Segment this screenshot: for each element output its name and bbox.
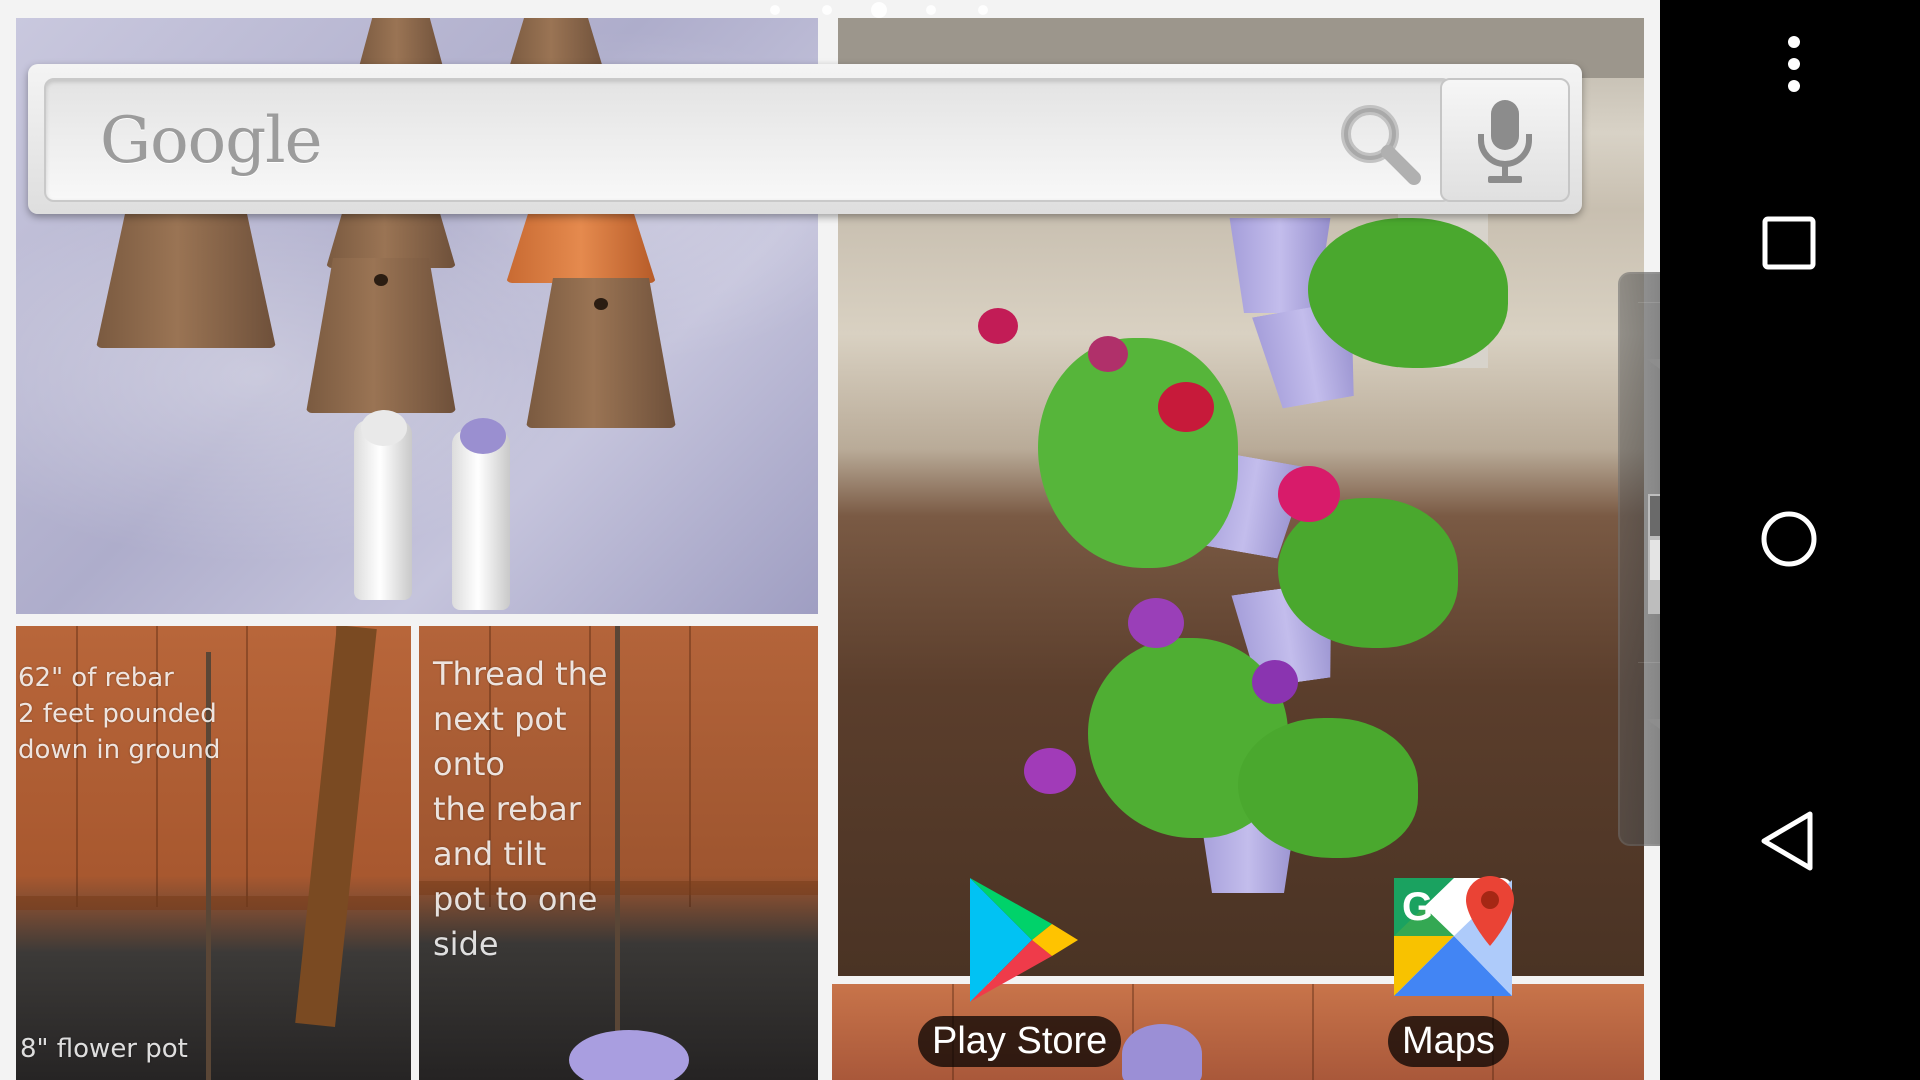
play-store-icon [970, 878, 1078, 1002]
fence-board [246, 626, 248, 908]
spray-can [354, 420, 412, 600]
rebar-rod [615, 626, 620, 1080]
petunia-flower [1158, 382, 1214, 432]
thread-caption: Thread the next pot onto the rebar and t… [433, 655, 608, 963]
page-dot [978, 5, 988, 15]
lavender-pot [1122, 1024, 1202, 1080]
rebar-bottom-caption: 8" flower pot [20, 1034, 188, 1064]
wooden-stake [295, 626, 377, 1027]
page-dot-active [871, 2, 887, 18]
svg-text:G: G [1402, 885, 1433, 929]
wallpaper-photo-thread: Thread the next pot onto the rebar and t… [419, 626, 818, 1080]
google-maps-icon: G [1394, 876, 1514, 996]
lavender-pot [569, 1030, 689, 1080]
pot-hole [374, 274, 388, 286]
search-bar[interactable]: Google [44, 78, 1452, 202]
petunia-flower [1128, 598, 1184, 648]
petunia-flower [1252, 660, 1298, 704]
spray-can [452, 430, 510, 610]
fence-board [689, 626, 691, 908]
back-icon[interactable] [1754, 806, 1824, 876]
google-logo: Google [100, 104, 322, 178]
navigation-bar [1660, 0, 1920, 1080]
overflow-menu-icon[interactable] [1764, 34, 1824, 94]
app-label: Maps [1388, 1016, 1509, 1067]
page-dot [770, 5, 780, 15]
google-search-widget: Google [28, 64, 1582, 214]
home-screen: 62" of rebar 2 feet pounded down in grou… [0, 0, 1920, 1080]
spray-can-cap [361, 410, 407, 446]
petunia-flower [1024, 748, 1076, 794]
app-play-store[interactable]: Play Store [916, 872, 1126, 1080]
pot-hole [594, 298, 608, 310]
spray-can-cap [460, 418, 506, 454]
recents-icon[interactable] [1754, 208, 1824, 278]
petunia-flower [1278, 466, 1340, 522]
pot-shape [96, 198, 276, 348]
petunia-flower [1088, 336, 1128, 372]
fence-rail [16, 896, 411, 910]
wallpaper-photo-rebar: 62" of rebar 2 feet pounded down in grou… [16, 626, 411, 1080]
foliage [1038, 338, 1238, 568]
page-dot [822, 5, 832, 15]
search-icon[interactable] [1336, 100, 1426, 190]
app-maps[interactable]: G Maps [1388, 870, 1524, 1080]
fence-board [1312, 984, 1314, 1080]
microphone-icon [1478, 100, 1532, 183]
petunia-flower [978, 308, 1018, 344]
voice-search-button[interactable] [1440, 78, 1570, 202]
home-icon[interactable] [1754, 504, 1824, 574]
rebar-caption: 62" of rebar 2 feet pounded down in grou… [18, 663, 221, 765]
app-label: Play Store [918, 1016, 1122, 1067]
page-dot [926, 5, 936, 15]
